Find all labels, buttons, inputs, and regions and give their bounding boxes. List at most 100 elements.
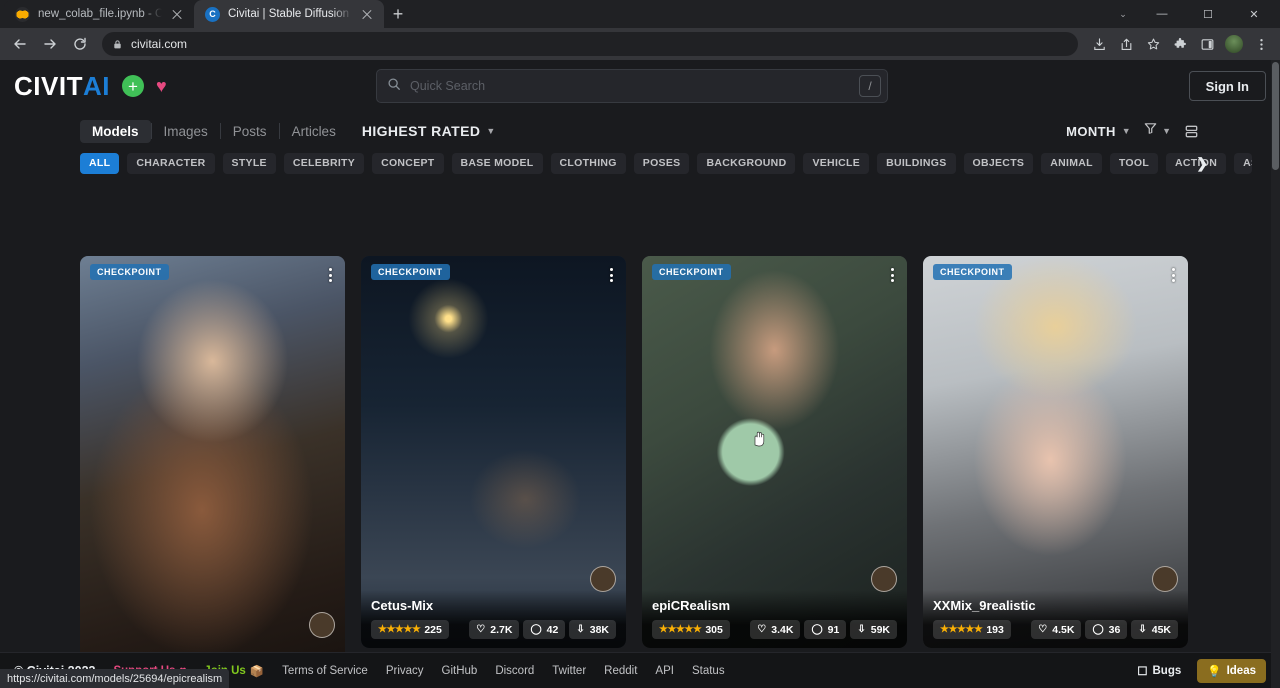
heart-icon: ♡ <box>757 625 766 635</box>
footer-link-reddit[interactable]: Reddit <box>604 665 637 677</box>
create-plus-icon[interactable]: + <box>122 75 144 97</box>
creator-avatar[interactable] <box>309 612 335 638</box>
likes-stat: ♡ 4.5K <box>1031 620 1081 639</box>
page-scrollbar[interactable] <box>1271 60 1280 688</box>
category-chip-bar: ALL CHARACTER STYLE CELEBRITY CONCEPT BA… <box>0 150 1280 176</box>
model-title: epiCRealism <box>652 598 897 613</box>
footer-link-privacy[interactable]: Privacy <box>386 665 424 677</box>
footer-link-status[interactable]: Status <box>692 665 725 677</box>
address-bar[interactable]: civitai.com <box>102 32 1078 56</box>
extensions-puzzle-icon[interactable] <box>1167 31 1193 57</box>
install-icon[interactable] <box>1086 31 1112 57</box>
model-card[interactable]: CHECKPOINT Cetus-Mix ★★★★★ 225 ♡ 2.7K <box>361 256 626 648</box>
browser-window: new_colab_file.ipynb - Colaborat C Civit… <box>0 0 1280 688</box>
chip-assets[interactable]: ASSETS <box>1234 153 1252 174</box>
model-preview-image <box>80 256 345 688</box>
downloads-count: 38K <box>590 624 609 636</box>
layout-toggle-icon[interactable] <box>1183 123 1200 140</box>
model-grid: CHECKPOINT DreamShaper CHECKPOINT Cetus-… <box>80 256 1200 688</box>
period-dropdown[interactable]: MONTH ▼ <box>1066 124 1131 139</box>
model-stats: ★★★★★ 305 ♡ 3.4K ◯ 91 <box>652 620 897 639</box>
card-menu-icon[interactable] <box>1166 266 1180 284</box>
card-menu-icon[interactable] <box>323 266 337 284</box>
tab-posts[interactable]: Posts <box>221 120 279 143</box>
sort-dropdown[interactable]: HIGHEST RATED ▼ <box>362 123 496 139</box>
close-window-icon[interactable]: ✕ <box>1232 0 1276 28</box>
chevron-down-icon: ▼ <box>1122 126 1131 136</box>
close-icon[interactable] <box>360 7 374 21</box>
download-icon: ⇩ <box>857 625 865 635</box>
search-input[interactable]: Quick Search / <box>376 69 888 103</box>
maximize-icon[interactable]: ☐ <box>1186 0 1230 28</box>
model-type-badge: CHECKPOINT <box>933 264 1012 280</box>
model-stats: ★★★★★ 225 ♡ 2.7K ◯ 42 <box>371 620 616 639</box>
tab-images[interactable]: Images <box>152 120 220 143</box>
side-panel-icon[interactable] <box>1194 31 1220 57</box>
chip-objects[interactable]: OBJECTS <box>964 153 1034 174</box>
heart-icon: ♡ <box>476 625 485 635</box>
chips-scroll-right-icon[interactable]: ❯ <box>1196 155 1208 172</box>
subnav-right-controls: MONTH ▼ ▼ <box>1066 121 1200 141</box>
tab-articles[interactable]: Articles <box>280 120 348 143</box>
chip-all[interactable]: ALL <box>80 153 119 174</box>
model-card[interactable]: CHECKPOINT XXMix_9realistic ★★★★★ 193 ♡ <box>923 256 1188 648</box>
chip-background[interactable]: BACKGROUND <box>697 153 795 174</box>
creator-avatar[interactable] <box>1152 566 1178 592</box>
chip-base-model[interactable]: BASE MODEL <box>452 153 543 174</box>
new-tab-button[interactable]: + <box>384 0 412 28</box>
bugs-button[interactable]: ☐ Bugs <box>1129 660 1189 682</box>
close-icon[interactable] <box>170 7 184 21</box>
model-card[interactable]: CHECKPOINT DreamShaper <box>80 256 345 688</box>
forward-icon[interactable] <box>36 30 64 58</box>
reload-icon[interactable] <box>66 30 94 58</box>
chip-animal[interactable]: ANIMAL <box>1041 153 1102 174</box>
ideas-button[interactable]: 💡 Ideas <box>1197 659 1266 683</box>
ideas-button-label: Ideas <box>1227 665 1256 677</box>
chip-concept[interactable]: CONCEPT <box>372 153 443 174</box>
rating-count: 225 <box>424 624 442 636</box>
creator-avatar[interactable] <box>590 566 616 592</box>
footer-link-api[interactable]: API <box>655 665 674 677</box>
chip-buildings[interactable]: BUILDINGS <box>877 153 955 174</box>
toolbar-actions <box>1086 31 1274 57</box>
comments-stat: ◯ 36 <box>1085 620 1127 639</box>
scrollbar-thumb[interactable] <box>1272 62 1279 170</box>
chip-celebrity[interactable]: CELEBRITY <box>284 153 364 174</box>
downloads-stat: ⇩ 59K <box>850 620 897 639</box>
package-icon: 📦 <box>250 664 264 678</box>
browser-tab-civitai[interactable]: C Civitai | Stable Diffusion models, <box>194 0 384 28</box>
profile-avatar[interactable] <box>1221 31 1247 57</box>
filter-button[interactable]: ▼ <box>1143 121 1171 141</box>
chip-vehicle[interactable]: VEHICLE <box>803 153 869 174</box>
creator-avatar[interactable] <box>871 566 897 592</box>
chip-clothing[interactable]: CLOTHING <box>551 153 626 174</box>
search-container: Quick Search / <box>376 69 888 103</box>
sign-in-button[interactable]: Sign In <box>1189 71 1266 101</box>
back-icon[interactable] <box>6 30 34 58</box>
heart-icon[interactable]: ♥ <box>156 77 167 95</box>
status-bar-url: https://civitai.com/models/25694/epicrea… <box>0 669 229 688</box>
model-title: Cetus-Mix <box>371 598 616 613</box>
tab-models[interactable]: Models <box>80 120 151 143</box>
civitai-logo[interactable]: CIVITAI <box>14 71 110 102</box>
minimize-icon[interactable]: — <box>1140 0 1184 28</box>
footer-link-twitter[interactable]: Twitter <box>552 665 586 677</box>
rating-stat: ★★★★★ 193 <box>933 620 1011 639</box>
footer-link-terms[interactable]: Terms of Service <box>282 665 368 677</box>
bookmark-star-icon[interactable] <box>1140 31 1166 57</box>
chrome-menu-icon[interactable] <box>1248 31 1274 57</box>
chip-character[interactable]: CHARACTER <box>127 153 214 174</box>
chip-tool[interactable]: TOOL <box>1110 153 1158 174</box>
card-menu-icon[interactable] <box>604 266 618 284</box>
card-menu-icon[interactable] <box>885 266 899 284</box>
comment-icon: ◯ <box>811 625 822 635</box>
browser-tab-colab[interactable]: new_colab_file.ipynb - Colaborat <box>4 0 194 28</box>
share-icon[interactable] <box>1113 31 1139 57</box>
footer-link-github[interactable]: GitHub <box>442 665 478 677</box>
footer-link-discord[interactable]: Discord <box>495 665 534 677</box>
chip-style[interactable]: STYLE <box>223 153 276 174</box>
browser-tab-title: Civitai | Stable Diffusion models, <box>228 8 352 20</box>
chip-poses[interactable]: POSES <box>634 153 690 174</box>
model-card[interactable]: CHECKPOINT epiCRealism ★★★★★ 305 ♡ 3.4 <box>642 256 907 648</box>
tab-search-chevron-icon[interactable]: ⌄ <box>1108 0 1138 28</box>
